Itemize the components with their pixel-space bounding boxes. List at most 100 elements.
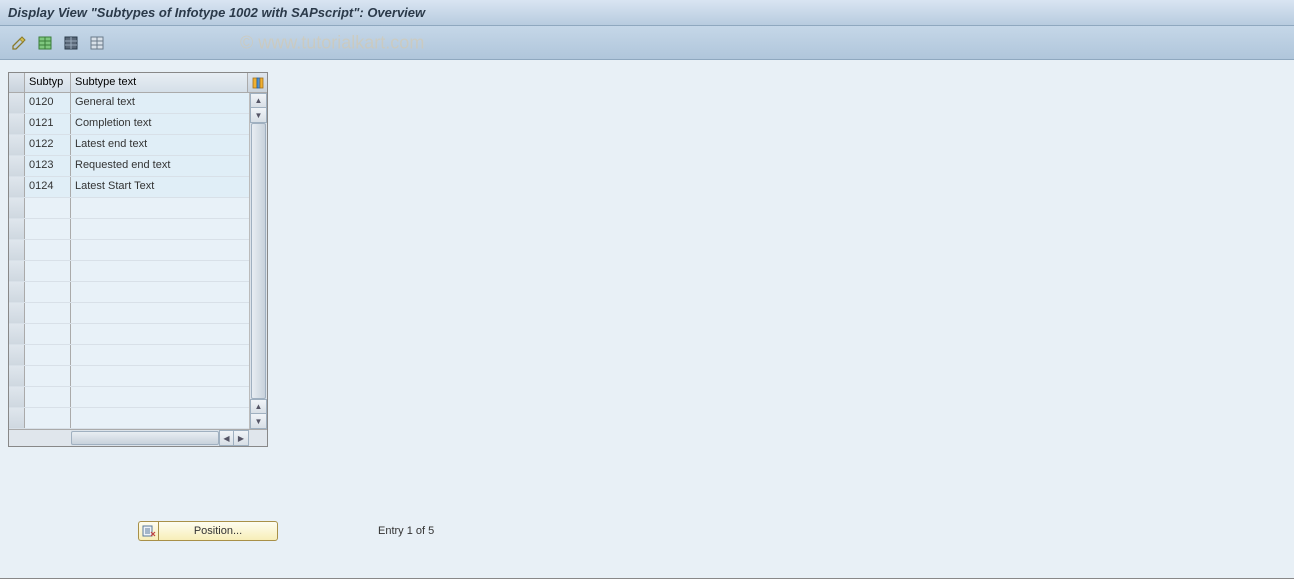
entry-count-label: Entry 1 of 5 bbox=[378, 525, 434, 537]
cell-text-empty bbox=[71, 261, 249, 281]
scroll-up-button[interactable]: ▲ bbox=[250, 93, 267, 108]
change-button[interactable] bbox=[8, 32, 30, 54]
row-selector[interactable] bbox=[9, 366, 25, 386]
config-grid-icon bbox=[252, 77, 264, 89]
table-row[interactable]: 0122Latest end text bbox=[9, 135, 249, 156]
cell-text-empty bbox=[71, 240, 249, 260]
cell-text-empty bbox=[71, 198, 249, 218]
cell-text[interactable]: Completion text bbox=[71, 114, 249, 134]
table-row-empty bbox=[9, 261, 249, 282]
content-area: Subtyp Subtype text 0120General text0121… bbox=[0, 60, 1294, 579]
table-row[interactable]: 0121Completion text bbox=[9, 114, 249, 135]
row-selector[interactable] bbox=[9, 240, 25, 260]
row-selector[interactable] bbox=[9, 114, 25, 134]
cell-subtyp[interactable]: 0121 bbox=[25, 114, 71, 134]
row-selector[interactable] bbox=[9, 219, 25, 239]
watermark: © www.tutorialkart.com bbox=[240, 32, 424, 53]
hscroll-thumb[interactable] bbox=[71, 431, 219, 445]
cell-subtyp[interactable]: 0124 bbox=[25, 177, 71, 197]
cell-subtyp[interactable]: 0122 bbox=[25, 135, 71, 155]
row-selector[interactable] bbox=[9, 303, 25, 323]
row-selector[interactable] bbox=[9, 261, 25, 281]
cell-text-empty bbox=[71, 345, 249, 365]
column-header-subtyp[interactable]: Subtyp bbox=[25, 73, 71, 92]
scroll-corner bbox=[249, 430, 267, 446]
cell-subtyp-empty bbox=[25, 198, 71, 218]
table-body: 0120General text0121Completion text0122L… bbox=[9, 93, 267, 429]
position-icon-box bbox=[138, 521, 158, 541]
cell-text[interactable]: Latest end text bbox=[71, 135, 249, 155]
table-row-empty bbox=[9, 387, 249, 408]
cell-subtyp-empty bbox=[25, 219, 71, 239]
cell-text[interactable]: Requested end text bbox=[71, 156, 249, 176]
table-config-button[interactable] bbox=[247, 73, 267, 92]
scroll-right-button[interactable]: ▶ bbox=[234, 430, 249, 446]
scroll-left-button[interactable]: ◀ bbox=[219, 430, 234, 446]
scroll-down-button-bottom[interactable]: ▼ bbox=[250, 414, 267, 429]
cell-text-empty bbox=[71, 408, 249, 428]
table-row-empty bbox=[9, 345, 249, 366]
scroll-down-button[interactable]: ▼ bbox=[250, 108, 267, 123]
row-selector[interactable] bbox=[9, 408, 25, 428]
scroll-up-button-bottom[interactable]: ▲ bbox=[250, 399, 267, 414]
cell-subtyp-empty bbox=[25, 366, 71, 386]
cell-subtyp-empty bbox=[25, 324, 71, 344]
hscroll-spacer bbox=[9, 430, 71, 446]
horizontal-scrollbar-row: ◀ ▶ bbox=[9, 429, 267, 446]
vertical-scrollbar[interactable]: ▲ ▼ ▲ ▼ bbox=[249, 93, 267, 429]
row-selector[interactable] bbox=[9, 93, 25, 113]
table-row[interactable]: 0124Latest Start Text bbox=[9, 177, 249, 198]
cell-text-empty bbox=[71, 219, 249, 239]
table-settings-button[interactable] bbox=[60, 32, 82, 54]
page-title: Display View "Subtypes of Infotype 1002 … bbox=[8, 5, 425, 20]
vscroll-thumb[interactable] bbox=[251, 123, 266, 399]
cell-text-empty bbox=[71, 324, 249, 344]
table-light-icon bbox=[89, 35, 105, 51]
cell-text-empty bbox=[71, 387, 249, 407]
pencil-icon bbox=[11, 35, 27, 51]
table-row-empty bbox=[9, 219, 249, 240]
table-row[interactable]: 0120General text bbox=[9, 93, 249, 114]
table-row-empty bbox=[9, 240, 249, 261]
title-bar: Display View "Subtypes of Infotype 1002 … bbox=[0, 0, 1294, 26]
table-row[interactable]: 0123Requested end text bbox=[9, 156, 249, 177]
table-row-empty bbox=[9, 366, 249, 387]
cell-subtyp-empty bbox=[25, 261, 71, 281]
horizontal-scrollbar[interactable]: ◀ ▶ bbox=[71, 430, 249, 446]
select-all-column[interactable] bbox=[9, 73, 25, 92]
row-selector[interactable] bbox=[9, 387, 25, 407]
select-all-button[interactable] bbox=[34, 32, 56, 54]
table-green-icon bbox=[37, 35, 53, 51]
cell-subtyp[interactable]: 0120 bbox=[25, 93, 71, 113]
cell-subtyp-empty bbox=[25, 303, 71, 323]
cell-subtyp-empty bbox=[25, 345, 71, 365]
table-row-empty bbox=[9, 324, 249, 345]
column-header-text[interactable]: Subtype text bbox=[71, 73, 247, 92]
cell-subtyp-empty bbox=[25, 240, 71, 260]
position-control: Position... bbox=[138, 521, 278, 541]
table-row-empty bbox=[9, 198, 249, 219]
cell-subtyp-empty bbox=[25, 408, 71, 428]
footer-area: Position... Entry 1 of 5 bbox=[8, 521, 434, 541]
position-button[interactable]: Position... bbox=[158, 521, 278, 541]
row-selector[interactable] bbox=[9, 156, 25, 176]
cell-text[interactable]: General text bbox=[71, 93, 249, 113]
row-selector[interactable] bbox=[9, 198, 25, 218]
toolbar: © www.tutorialkart.com bbox=[0, 26, 1294, 60]
cell-subtyp[interactable]: 0123 bbox=[25, 156, 71, 176]
position-icon bbox=[142, 524, 156, 538]
row-selector[interactable] bbox=[9, 135, 25, 155]
row-selector[interactable] bbox=[9, 345, 25, 365]
vscroll-track[interactable] bbox=[250, 123, 267, 399]
table-view-button[interactable] bbox=[86, 32, 108, 54]
row-selector[interactable] bbox=[9, 177, 25, 197]
hscroll-track[interactable] bbox=[71, 430, 219, 446]
table-header: Subtyp Subtype text bbox=[9, 73, 267, 93]
cell-subtyp-empty bbox=[25, 282, 71, 302]
cell-text-empty bbox=[71, 366, 249, 386]
table-row-empty bbox=[9, 282, 249, 303]
row-selector[interactable] bbox=[9, 324, 25, 344]
cell-text[interactable]: Latest Start Text bbox=[71, 177, 249, 197]
row-selector[interactable] bbox=[9, 282, 25, 302]
table-row-empty bbox=[9, 408, 249, 429]
